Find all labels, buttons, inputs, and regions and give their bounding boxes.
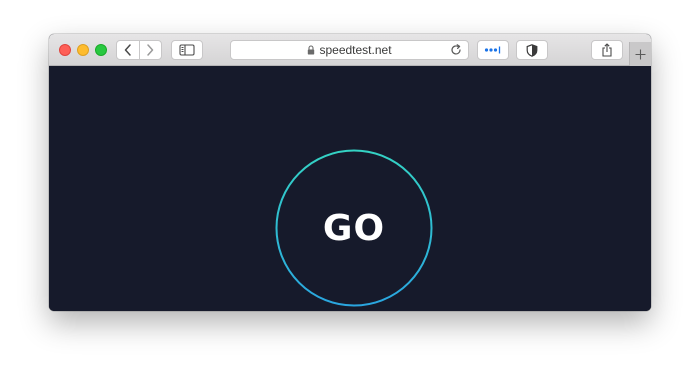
navigation-buttons (116, 40, 162, 60)
privacy-shield-button[interactable] (516, 40, 548, 60)
close-window-button[interactable] (59, 44, 71, 56)
url-text: speedtest.net (319, 43, 392, 57)
new-tab-button[interactable] (629, 42, 651, 66)
forward-button[interactable] (140, 41, 162, 59)
browser-window: speedtest.net GO (49, 34, 651, 311)
password-dots-icon (484, 46, 501, 54)
go-label: GO (322, 207, 386, 249)
share-button[interactable] (591, 40, 623, 60)
reload-icon[interactable] (450, 44, 462, 56)
password-button[interactable] (477, 40, 509, 60)
chevron-left-icon (124, 44, 131, 56)
lock-icon (308, 45, 315, 55)
shield-icon (526, 43, 538, 57)
sidebar-icon (179, 44, 195, 56)
chevron-right-icon (147, 44, 154, 56)
address-bar[interactable]: speedtest.net (230, 40, 469, 60)
browser-toolbar: speedtest.net (49, 34, 651, 66)
back-button[interactable] (117, 41, 140, 59)
plus-icon (635, 49, 646, 59)
minimize-window-button[interactable] (77, 44, 89, 56)
zoom-window-button[interactable] (95, 44, 107, 56)
go-button[interactable]: GO (275, 149, 433, 307)
page-content: GO (49, 66, 651, 311)
sidebar-button[interactable] (171, 40, 203, 60)
share-icon (602, 43, 612, 57)
